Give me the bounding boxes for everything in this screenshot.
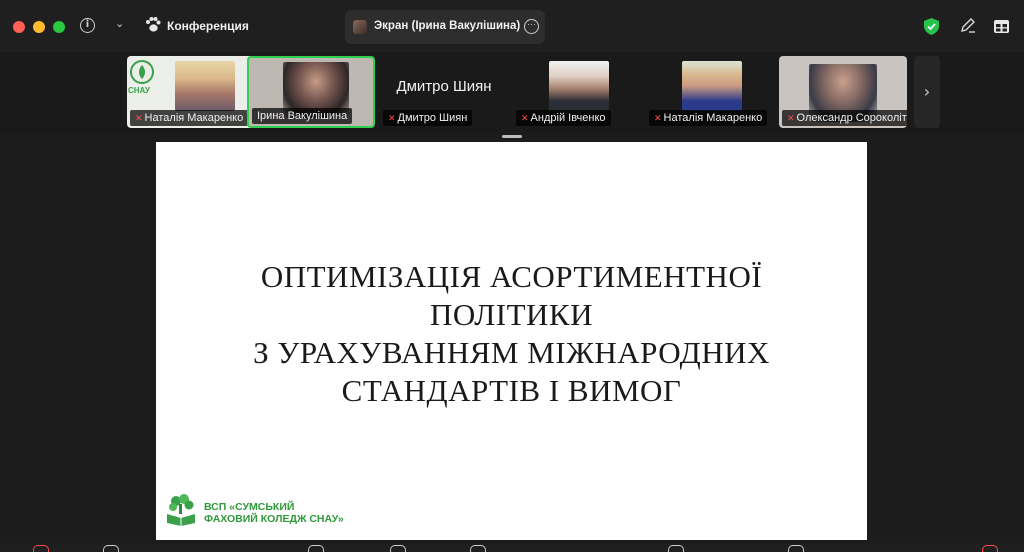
college-name: ВСП «СУМСЬКИЙ ФАХОВИЙ КОЛЕДЖ СНАУ» — [204, 501, 344, 525]
leave-meeting-icon[interactable] — [982, 545, 998, 552]
shared-screen-slide: ОПТИМІЗАЦІЯ АСОРТИМЕНТНОЇ ПОЛІТИКИ З УРА… — [156, 142, 867, 540]
mic-muted-icon: ✕ — [388, 114, 396, 124]
view-layout-icon[interactable] — [994, 18, 1009, 33]
slide-title-line: З УРАХУВАННЯМ МІЖНАРОДНИХ — [253, 335, 770, 370]
chevron-down-icon[interactable]: ⌄ — [115, 17, 124, 30]
participant-video — [549, 61, 609, 111]
screen-share-label: Экран (Ірина Вакулішина) — [374, 20, 521, 32]
strip-resize-handle[interactable] — [502, 135, 522, 138]
window-close-button[interactable] — [13, 21, 25, 33]
participant-name-tag: ✕ Наталія Макаренко — [130, 110, 249, 126]
mic-muted-icon: ✕ — [787, 114, 795, 124]
participant-tile[interactable]: ✕ Андрій Івченко — [513, 56, 641, 128]
snau-logo-text: СНАУ — [128, 86, 151, 95]
participant-tile-video-off[interactable]: Дмитро Шиян ✕ Дмитро Шиян — [380, 56, 508, 128]
participant-strip: СНАУ ✕ Наталія Макаренко Ірина Вакулішина… — [0, 52, 1024, 134]
security-shield-icon[interactable] — [924, 18, 939, 35]
mic-muted-icon: ✕ — [521, 114, 529, 124]
participant-video — [175, 61, 235, 111]
mute-audio-icon[interactable] — [33, 545, 49, 552]
next-page-chevron-icon[interactable]: › — [914, 56, 940, 128]
mic-muted-icon: ✕ — [654, 114, 662, 124]
paw-icon — [146, 17, 161, 32]
window-minimize-button[interactable] — [33, 21, 45, 33]
annotate-pen-icon[interactable] — [960, 17, 976, 33]
participant-tile[interactable]: ✕ Наталія Макаренко — [646, 56, 774, 128]
conference-label[interactable]: Конференция — [167, 19, 249, 33]
participant-name-tag: ✕ Наталія Макаренко — [649, 110, 768, 126]
mic-muted-icon: ✕ — [135, 114, 143, 124]
slide-title-line: СТАНДАРТІВ І ВИМОГ — [341, 373, 682, 408]
participant-name-tag: Ірина Вакулішина — [252, 108, 353, 124]
participant-display-name: Дмитро Шиян — [396, 78, 492, 95]
chat-icon[interactable] — [390, 545, 406, 552]
window-titlebar: i ⌄ Конференция Экран (Ірина Вакулішина)… — [0, 0, 1024, 52]
screen-share-indicator[interactable]: Экран (Ірина Вакулішина) ··· — [345, 10, 545, 44]
window-maximize-button[interactable] — [53, 21, 65, 33]
participant-video — [682, 61, 742, 111]
meeting-toolbar — [0, 543, 1024, 552]
participant-tile[interactable]: ✕ Олександр Сороколіт — [779, 56, 907, 128]
meeting-info-icon[interactable]: i — [80, 18, 95, 33]
slide-title: ОПТИМІЗАЦІЯ АСОРТИМЕНТНОЇ ПОЛІТИКИ З УРА… — [156, 258, 867, 410]
participant-name-tag: ✕ Олександр Сороколіт — [782, 110, 907, 126]
slide-title-line: ОПТИМІЗАЦІЯ АСОРТИМЕНТНОЇ — [260, 259, 763, 294]
share-screen-icon[interactable] — [470, 545, 486, 552]
share-avatar — [353, 20, 367, 34]
more-options-icon[interactable]: ··· — [524, 19, 539, 34]
reactions-icon[interactable] — [788, 545, 804, 552]
participant-tile[interactable]: СНАУ ✕ Наталія Макаренко — [127, 56, 255, 128]
participants-icon[interactable] — [308, 545, 324, 552]
record-icon[interactable] — [668, 545, 684, 552]
participant-name-tag: ✕ Андрій Івченко — [516, 110, 611, 126]
college-tree-book-icon — [167, 494, 195, 526]
video-camera-icon[interactable] — [103, 545, 119, 552]
slide-title-line: ПОЛІТИКИ — [430, 297, 593, 332]
snau-logo — [130, 60, 154, 84]
participant-name-tag: ✕ Дмитро Шиян — [383, 110, 473, 126]
participant-tile-active-speaker[interactable]: Ірина Вакулішина — [247, 56, 375, 128]
